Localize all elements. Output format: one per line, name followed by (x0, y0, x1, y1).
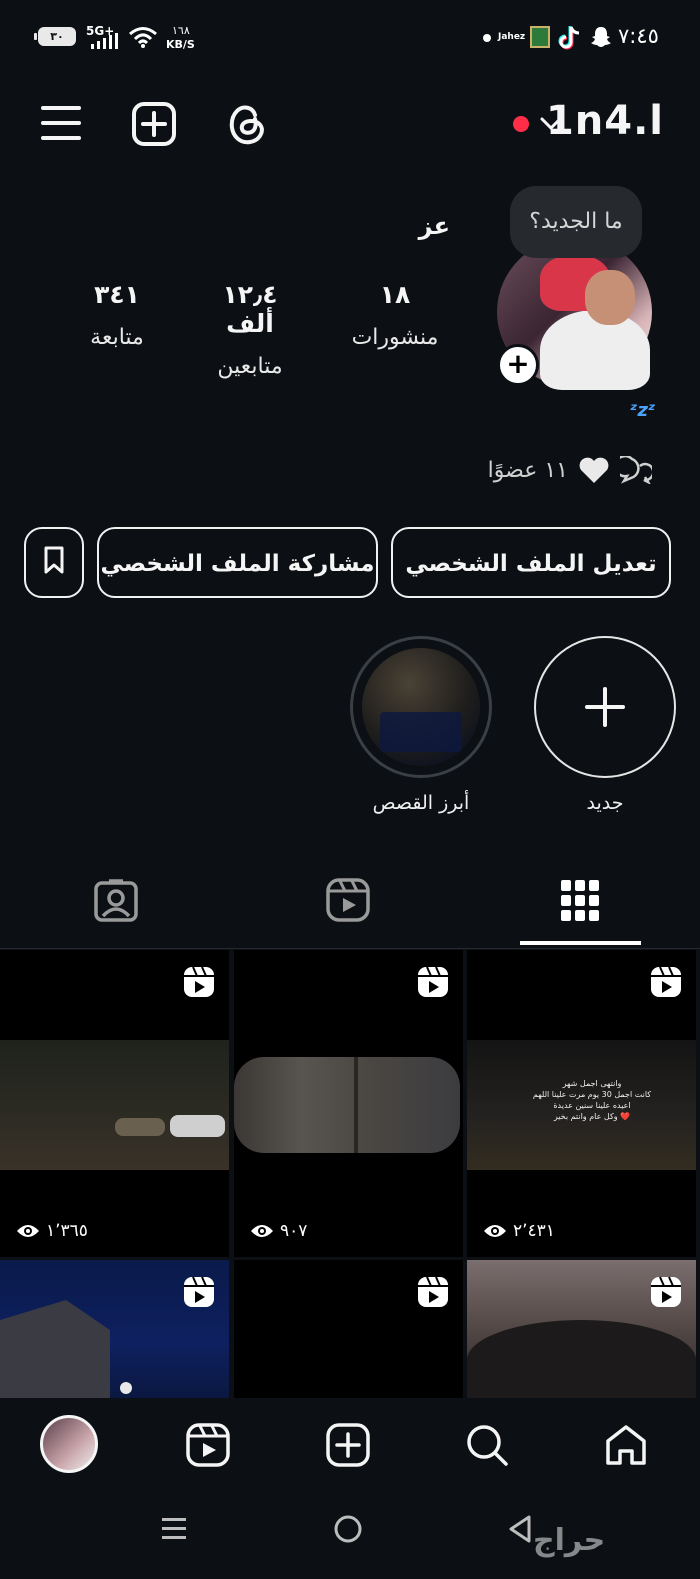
add-story-badge[interactable]: + (497, 344, 539, 386)
caption-line: كانت اجمل 30 يوم مرت علينا اللهم (532, 1090, 652, 1099)
saved-button[interactable] (24, 527, 84, 598)
post-thumbnail (0, 1040, 229, 1170)
battery-indicator: ٣٠ (34, 27, 76, 46)
caption-line: اعيده علينا سنين عديدة (553, 1101, 631, 1110)
username-header[interactable]: 1n4.l (546, 98, 664, 144)
post-thumbnail-car (115, 1118, 165, 1136)
grid-post-3[interactable]: ١٬٣٦٥ (0, 950, 229, 1257)
bookmark-icon (44, 546, 64, 574)
avatar-figure-face (585, 270, 635, 325)
grid-post-1[interactable]: وانتهى اجمل شهر كانت اجمل 30 يوم مرت علي… (467, 950, 696, 1257)
stat-followers-label: متابعين (217, 354, 283, 379)
status-bar: ٣٠ 5G+ ١٦٨ KB/S Jahez ٧:٤٥ (0, 0, 700, 75)
grid-post-6[interactable] (0, 1260, 229, 1398)
post-thumbnail-roof (467, 1320, 696, 1398)
reel-badge-icon (184, 966, 214, 997)
jahez-notification: Jahez (498, 32, 526, 42)
reel-badge-icon (418, 966, 448, 997)
post-thumbnail-car (170, 1115, 225, 1137)
sleeping-emoji-icon: ᶻzᶻ (630, 400, 656, 421)
tiktok-icon (558, 26, 580, 50)
post-thumbnail-building (0, 1300, 110, 1398)
plus-icon (585, 687, 625, 727)
stat-followers-value: ١٢٫٤ ألف (222, 280, 278, 338)
active-tab-indicator (520, 941, 641, 945)
create-icon[interactable] (326, 1423, 370, 1467)
wifi-icon (129, 27, 157, 48)
tagged-tab-icon[interactable] (94, 878, 138, 922)
notification-dot (483, 34, 491, 42)
new-highlight-circle[interactable] (534, 636, 676, 778)
post-thumbnail-moon (120, 1382, 132, 1394)
stat-posts-value: ١٨ (379, 280, 411, 309)
app-notification-icon (530, 26, 550, 48)
post-caption: وانتهى اجمل شهر كانت اجمل 30 يوم مرت علي… (507, 1078, 677, 1122)
stat-following[interactable]: ٣٤١ متابعة (72, 280, 162, 350)
grid-post-4[interactable] (467, 1260, 696, 1398)
live-status-dot (513, 116, 529, 132)
note-bubble[interactable]: ما الجديد؟ (510, 186, 642, 258)
recent-apps-icon[interactable] (160, 1515, 188, 1543)
haraj-watermark: حراج (533, 1523, 606, 1558)
heart-icon (579, 457, 609, 483)
view-count: ٢٬٤٣١ (483, 1221, 555, 1241)
grid-post-2[interactable]: ٩٠٧ (234, 950, 463, 1257)
threads-icon[interactable] (225, 101, 269, 147)
search-icon[interactable] (465, 1423, 509, 1467)
signal-icon (91, 33, 118, 49)
highlight-label: أبرز القصص (372, 792, 470, 814)
highlight-cover-window (380, 712, 462, 752)
view-count-value: ٢٬٤٣١ (513, 1221, 555, 1241)
reels-tab-icon[interactable] (326, 878, 370, 922)
clock: ٧:٤٥ (618, 24, 659, 48)
stat-posts[interactable]: ١٨ منشورات (340, 280, 450, 350)
profile-nav-avatar[interactable] (40, 1415, 98, 1473)
new-highlight-label: جديد (586, 792, 624, 814)
avatar-figure-shirt (540, 310, 650, 390)
grid-post-5[interactable] (234, 1260, 463, 1398)
view-count-value: ١٬٣٦٥ (46, 1221, 88, 1241)
share-profile-button[interactable]: مشاركة الملف الشخصي (97, 527, 378, 598)
members-count: ١١ عضوًا (487, 457, 568, 483)
post-thumbnail (234, 1057, 460, 1153)
stat-posts-label: منشورات (351, 325, 439, 350)
stat-following-label: متابعة (90, 325, 144, 350)
home-button-icon[interactable] (333, 1514, 363, 1544)
reels-icon[interactable] (186, 1423, 230, 1467)
stat-followers[interactable]: ١٢٫٤ ألف متابعين (195, 280, 305, 379)
create-post-icon[interactable] (132, 102, 176, 146)
snapchat-icon (591, 27, 611, 47)
caption-line: وانتهى اجمل شهر (562, 1079, 622, 1088)
home-icon[interactable] (604, 1423, 648, 1467)
eye-icon (484, 1225, 506, 1237)
channel-chat-icon (620, 456, 652, 484)
profile-name: عز (418, 212, 450, 240)
edit-profile-button[interactable]: تعديل الملف الشخصي (391, 527, 671, 598)
data-speed-value: ١٦٨ (172, 24, 190, 37)
caption-line: وكل عام وانتم بخير ❤️ (553, 1112, 631, 1121)
eye-icon (17, 1225, 39, 1237)
stat-following-value: ٣٤١ (94, 280, 140, 309)
reel-badge-icon (184, 1276, 214, 1307)
post-thumbnail-pillar (354, 1057, 358, 1153)
eye-icon (251, 1225, 273, 1237)
reel-badge-icon (651, 1276, 681, 1307)
channel-members-row[interactable]: ١١ عضوًا (488, 450, 652, 490)
view-count: ٩٠٧ (250, 1221, 307, 1241)
data-speed-unit: KB/S (166, 38, 195, 51)
grid-tab-icon[interactable] (561, 880, 599, 922)
reel-badge-icon (418, 1276, 448, 1307)
reel-badge-icon (651, 966, 681, 997)
view-count: ١٬٣٦٥ (16, 1221, 88, 1241)
back-icon[interactable] (507, 1514, 533, 1544)
view-count-value: ٩٠٧ (280, 1221, 308, 1241)
menu-icon[interactable] (41, 103, 83, 143)
